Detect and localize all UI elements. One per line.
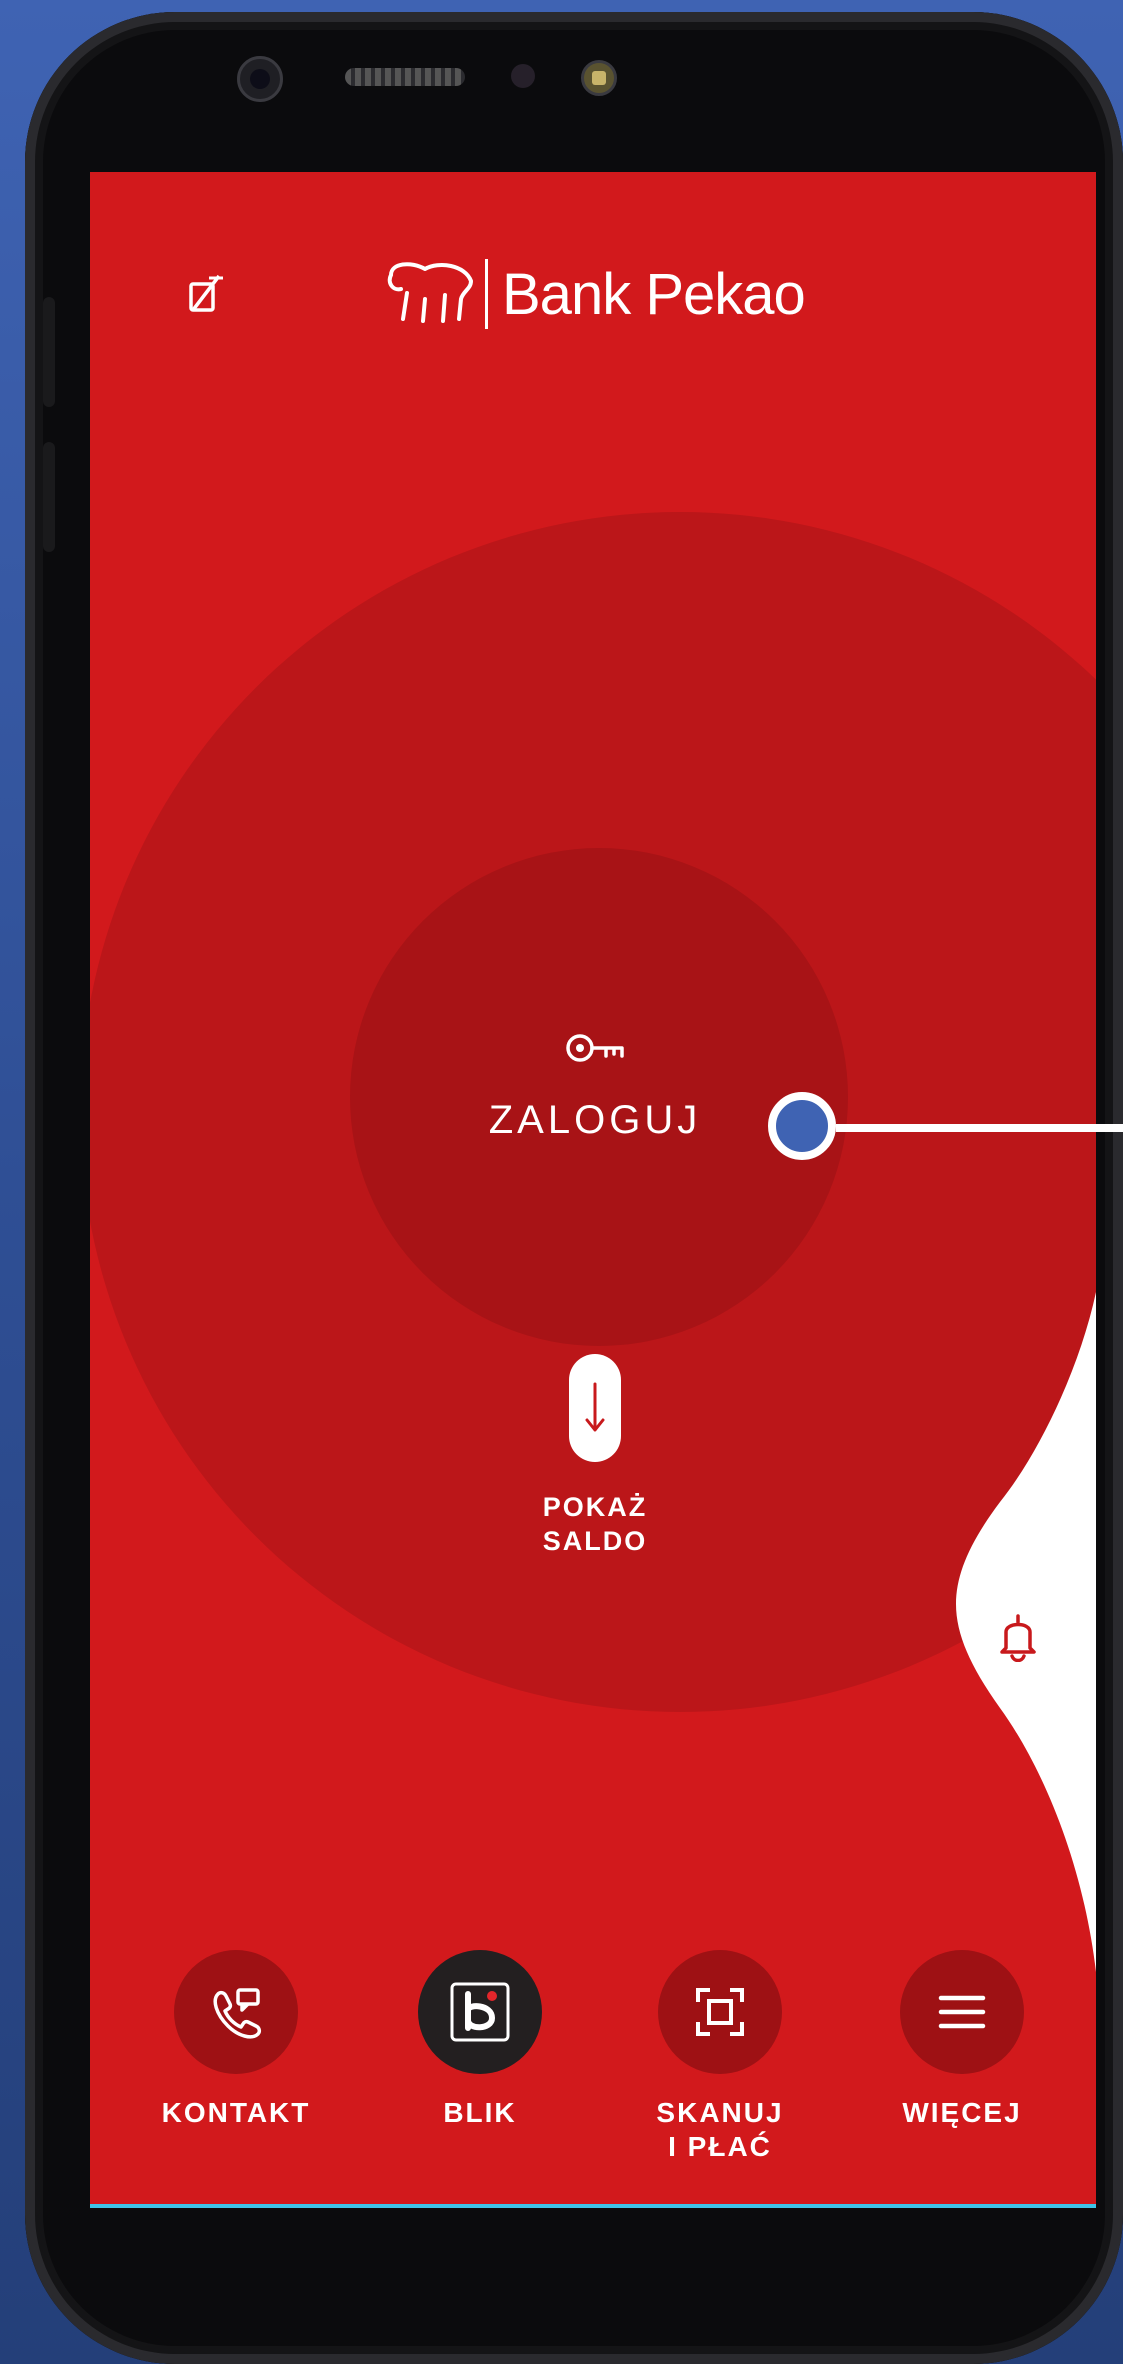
show-balance-handle[interactable]: [569, 1354, 621, 1462]
nav-scan-pay-label[interactable]: SKANUJ I PŁAĆ: [620, 2096, 820, 2164]
nav-more-label[interactable]: WIĘCEJ: [862, 2096, 1062, 2130]
logo-separator: [485, 259, 488, 329]
nav-contact[interactable]: KONTAKT: [136, 1950, 336, 2130]
nav-blik[interactable]: BLIK: [380, 1950, 580, 2130]
scan-icon: [696, 1988, 744, 2036]
proximity-sensor: [511, 64, 535, 88]
nav-scan-pay-button[interactable]: [658, 1950, 782, 2074]
nav-more-button[interactable]: [900, 1950, 1024, 2074]
bison-logo-icon: [387, 262, 473, 323]
nav-contact-label[interactable]: KONTAKT: [136, 2096, 336, 2130]
annotation-pointer-line: [836, 1124, 1123, 1132]
screen-bottom-edge: [90, 2204, 1096, 2208]
nav-blik-button[interactable]: [418, 1950, 542, 2074]
nav-blik-label[interactable]: BLIK: [380, 2096, 580, 2130]
phone-off-icon[interactable]: [185, 272, 227, 314]
blik-icon: [450, 1982, 510, 2042]
phone-chat-icon: [213, 1988, 262, 2039]
arrow-down-icon: [585, 1382, 605, 1432]
bank-logo: Bank Pekao: [385, 254, 806, 334]
nav-contact-button[interactable]: [174, 1950, 298, 2074]
key-icon: [566, 1034, 624, 1062]
front-camera-icon: [237, 56, 283, 102]
nav-more[interactable]: WIĘCEJ: [862, 1950, 1062, 2130]
menu-icon: [938, 1995, 986, 2029]
flash-led: [581, 60, 617, 96]
app-screen: Bank Pekao ZALOGUJ POKAŻ SALDO KONTAKT B…: [90, 172, 1096, 2208]
volume-down-button: [43, 442, 55, 552]
login-label[interactable]: ZALOGUJ: [460, 1098, 730, 1143]
earpiece-speaker: [345, 68, 465, 86]
show-balance-label[interactable]: POKAŻ SALDO: [510, 1490, 680, 1558]
brand-name: Bank Pekao: [502, 261, 806, 327]
annotation-pointer-dot: [768, 1092, 836, 1160]
nav-scan-pay[interactable]: SKANUJ I PŁAĆ: [620, 1950, 820, 2164]
notification-panel[interactable]: [90, 172, 1096, 2208]
volume-up-button: [43, 297, 55, 407]
bell-icon[interactable]: [998, 1610, 1038, 1662]
